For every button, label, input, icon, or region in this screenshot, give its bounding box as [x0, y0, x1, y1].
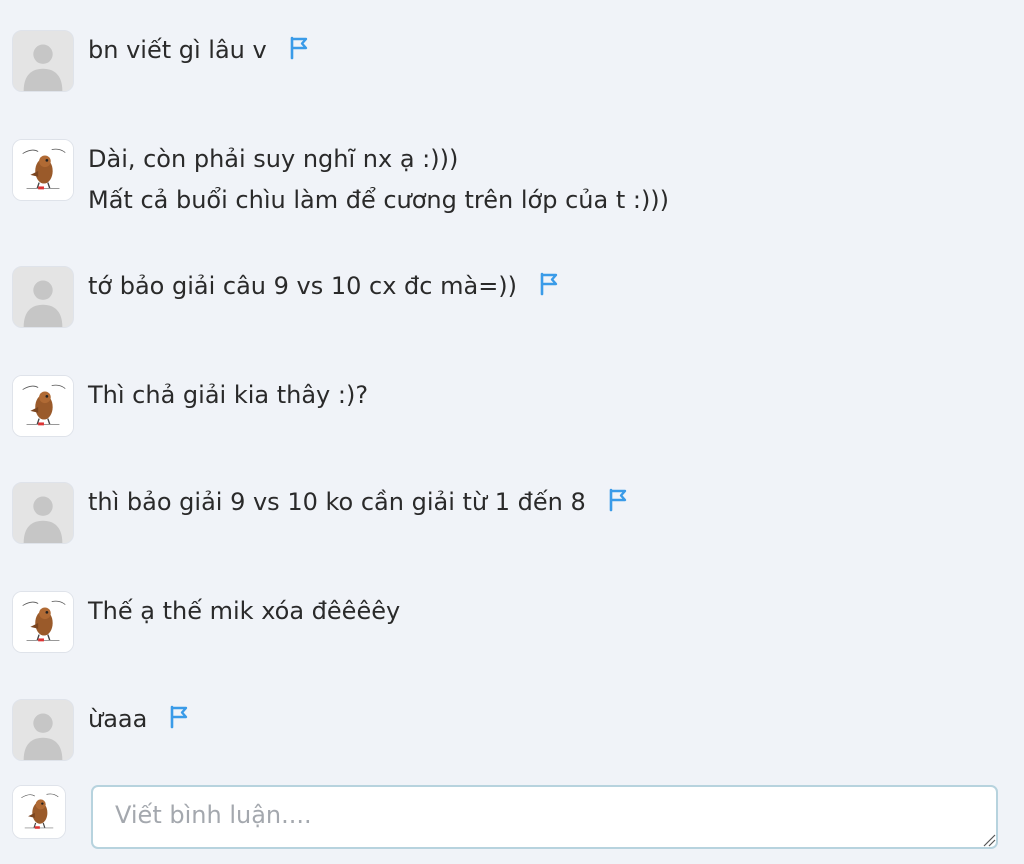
comment-composer: [12, 785, 1024, 855]
comment-text: Dài, còn phải suy nghĩ nx ạ :))) Mất cả …: [88, 139, 669, 221]
flag-icon[interactable]: [285, 35, 311, 61]
comment-line: Dài, còn phải suy nghĩ nx ạ :))): [88, 145, 459, 173]
default-user-icon[interactable]: [12, 699, 74, 761]
owl-sticker-avatar[interactable]: [12, 375, 74, 437]
flag-icon[interactable]: [165, 704, 191, 730]
comment-line: tớ bảo giải câu 9 vs 10 cx đc mà=)): [88, 272, 518, 300]
comment-line: thì bảo giải 9 vs 10 ko cần giải từ 1 đế…: [88, 488, 586, 516]
comment-text: bn viết gì lâu v: [88, 30, 311, 71]
comment-line: bn viết gì lâu v: [88, 36, 267, 64]
comment-text: ừaaa: [88, 699, 191, 740]
comment-text: Thì chả giải kia thây :)?: [88, 375, 368, 416]
flag-icon[interactable]: [604, 487, 630, 513]
comment-thread: bn viết gì lâu v Dài, còn phải suy nghĩ …: [0, 0, 1024, 864]
owl-sticker-avatar[interactable]: [12, 785, 66, 839]
flag-icon[interactable]: [535, 271, 561, 297]
owl-sticker-avatar[interactable]: [12, 139, 74, 201]
resize-handle-icon[interactable]: [982, 833, 996, 847]
default-user-icon[interactable]: [12, 482, 74, 544]
comment-line: Thế ạ thế mik xóa đêêêêy: [88, 597, 401, 625]
comment-input[interactable]: [91, 785, 998, 849]
comment-line: ừaaa: [88, 705, 148, 733]
comment-text: thì bảo giải 9 vs 10 ko cần giải từ 1 đế…: [88, 482, 630, 523]
comment-line: Thì chả giải kia thây :)?: [88, 381, 369, 409]
default-user-icon[interactable]: [12, 266, 74, 328]
comment-text: Thế ạ thế mik xóa đêêêêy: [88, 591, 400, 632]
comment-text: tớ bảo giải câu 9 vs 10 cx đc mà=)): [88, 266, 561, 307]
comment-line: Mất cả buổi chìu làm để cương trên lớp c…: [88, 186, 670, 214]
owl-sticker-avatar[interactable]: [12, 591, 74, 653]
default-user-icon[interactable]: [12, 30, 74, 92]
